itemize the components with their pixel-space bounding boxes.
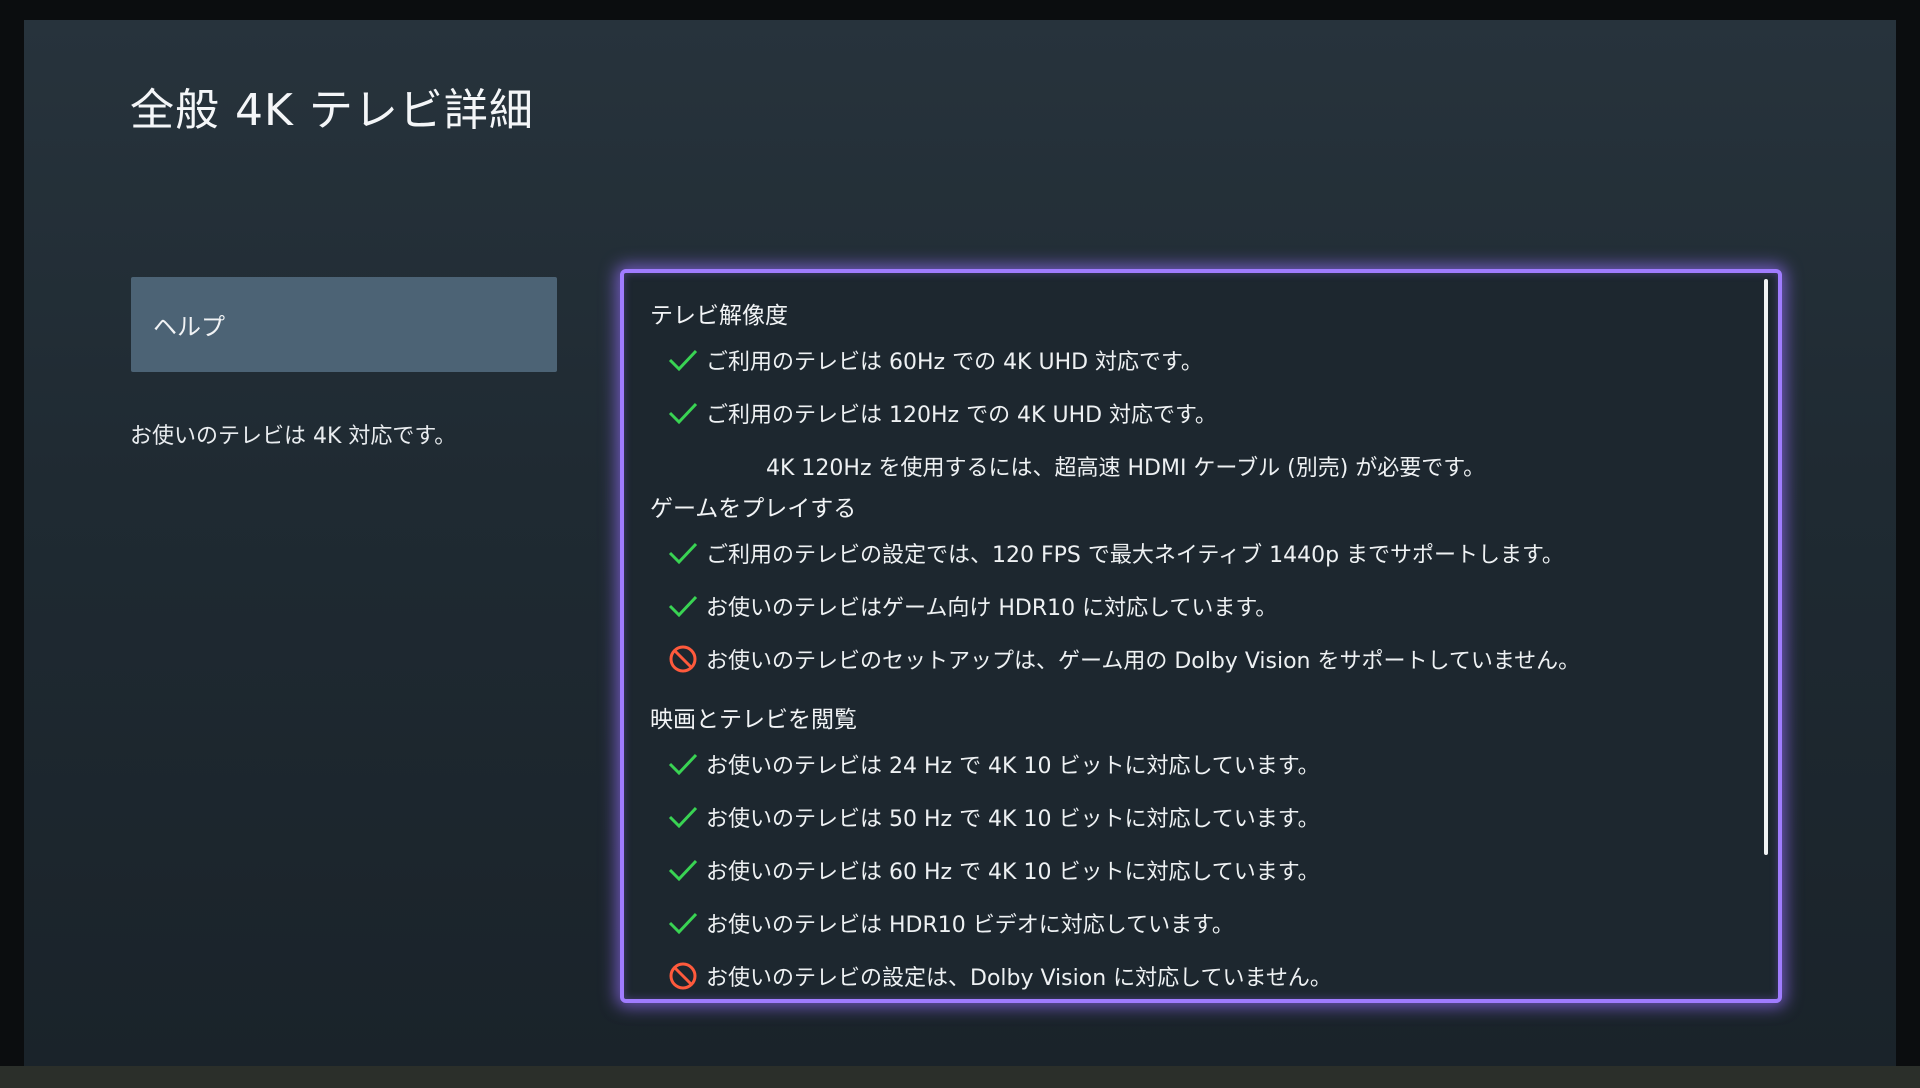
section-heading-video: 映画とテレビを閲覧	[650, 707, 857, 733]
status-text: お使いのテレビは HDR10 ビデオに対応しています。	[706, 912, 1234, 938]
help-button-label: ヘルプ	[153, 313, 225, 341]
details-content: テレビ解像度 ご利用のテレビは 60Hz での 4K UHD 対応です。 ご利用…	[650, 299, 1738, 999]
check-icon	[650, 911, 706, 935]
status-row: ご利用のテレビは 60Hz での 4K UHD 対応です。	[650, 333, 1738, 386]
status-row: お使いのテレビのセットアップは、ゲーム用の Dolby Vision をサポート…	[650, 632, 1738, 685]
check-icon	[650, 348, 706, 372]
blocked-icon	[650, 644, 706, 674]
check-icon	[650, 858, 706, 882]
bezel-bottom	[0, 1066, 1920, 1088]
status-text: お使いのテレビは 24 Hz で 4K 10 ビットに対応しています。	[706, 753, 1320, 779]
blocked-icon	[650, 961, 706, 991]
tv-screen: 全般 4K テレビ詳細 ヘルプ お使いのテレビは 4K 対応です。 テレビ解像度…	[24, 20, 1896, 1066]
scrollbar[interactable]	[1764, 279, 1770, 855]
help-button[interactable]: ヘルプ	[131, 277, 557, 372]
check-icon	[650, 805, 706, 829]
hdmi-note: 4K 120Hz を使用するには、超高速 HDMI ケーブル (別売) が必要で…	[766, 455, 1486, 481]
check-icon	[650, 401, 706, 425]
page-title: 全般 4K テレビ詳細	[130, 85, 534, 136]
status-text: ご利用のテレビの設定では、120 FPS で最大ネイティブ 1440p までサポ…	[706, 542, 1564, 568]
section-heading-tv-resolution: テレビ解像度	[650, 303, 788, 329]
status-row: ご利用のテレビは 120Hz での 4K UHD 対応です。	[650, 386, 1738, 439]
status-row: ご利用のテレビの設定では、120 FPS で最大ネイティブ 1440p までサポ…	[650, 526, 1738, 579]
status-row: お使いのテレビは 60 Hz で 4K 10 ビットに対応しています。	[650, 843, 1738, 896]
check-icon	[650, 594, 706, 618]
status-text: ご利用のテレビは 60Hz での 4K UHD 対応です。	[706, 349, 1203, 375]
status-row: お使いのテレビはゲーム向け HDR10 に対応しています。	[650, 579, 1738, 632]
status-row: お使いのテレビは 50 Hz で 4K 10 ビットに対応しています。	[650, 790, 1738, 843]
section-heading-gaming: ゲームをプレイする	[650, 496, 857, 522]
status-text: お使いのテレビはゲーム向け HDR10 に対応しています。	[706, 595, 1278, 621]
status-text: ご利用のテレビは 120Hz での 4K UHD 対応です。	[706, 402, 1217, 428]
status-text: お使いのテレビのセットアップは、ゲーム用の Dolby Vision をサポート…	[706, 648, 1581, 674]
status-row: お使いのテレビは 24 Hz で 4K 10 ビットに対応しています。	[650, 737, 1738, 790]
status-text: お使いのテレビは 50 Hz で 4K 10 ビットに対応しています。	[706, 806, 1320, 832]
check-icon	[650, 541, 706, 565]
status-row: お使いのテレビは HDR10 ビデオに対応しています。	[650, 896, 1738, 949]
status-row: お使いのテレビの設定は、Dolby Vision に対応していません。	[650, 949, 1738, 999]
check-icon	[650, 752, 706, 776]
status-text: お使いのテレビの設定は、Dolby Vision に対応していません。	[706, 965, 1332, 991]
status-text: お使いのテレビは 60 Hz で 4K 10 ビットに対応しています。	[706, 859, 1320, 885]
scrollbar-thumb[interactable]	[1764, 279, 1768, 855]
tv-summary-text: お使いのテレビは 4K 対応です。	[130, 424, 457, 449]
details-panel[interactable]: テレビ解像度 ご利用のテレビは 60Hz での 4K UHD 対応です。 ご利用…	[620, 269, 1782, 1003]
